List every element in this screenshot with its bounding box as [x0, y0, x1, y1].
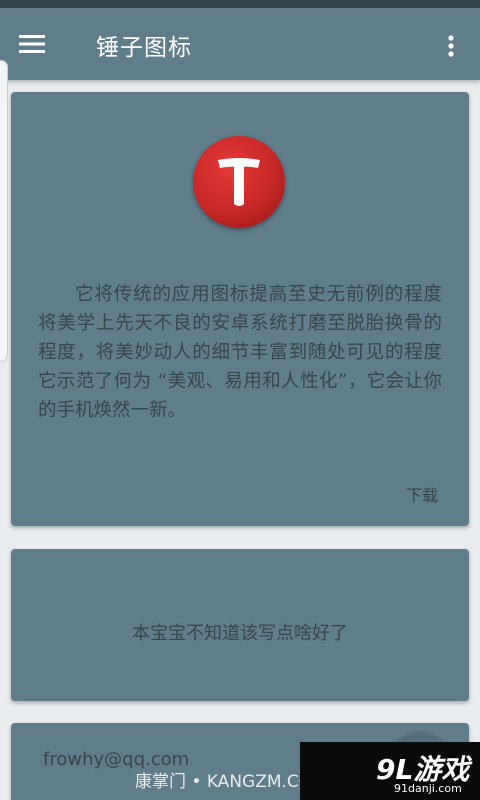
watermark: 康掌门 • KANGZM.COM	[135, 772, 327, 792]
info-card: 本宝宝不知道该写点啥好了	[11, 549, 469, 701]
app-card: 它将传统的应用图标提高至史无前例的程度将美学上先天不良的安卓系统打磨至脱胎换骨的…	[11, 92, 469, 526]
overflow-menu-button[interactable]	[436, 26, 466, 66]
download-link[interactable]: 下载	[406, 482, 438, 506]
hamburger-menu-icon	[19, 35, 45, 53]
menu-button[interactable]	[12, 24, 52, 64]
hammer-t-logo-icon	[193, 136, 285, 228]
app-description: 它将传统的应用图标提高至史无前例的程度将美学上先天不良的安卓系统打磨至脱胎换骨的…	[38, 284, 442, 421]
more-vert-icon	[448, 35, 454, 57]
status-bar	[0, 0, 480, 8]
brand-url: 91danji.com	[394, 782, 462, 795]
app-title: 锤子图标	[96, 35, 192, 61]
info-text: 本宝宝不知道该写点啥好了	[132, 623, 348, 644]
app-toolbar: 锤子图标	[0, 8, 480, 80]
drawer-edge-handle[interactable]	[0, 60, 8, 362]
